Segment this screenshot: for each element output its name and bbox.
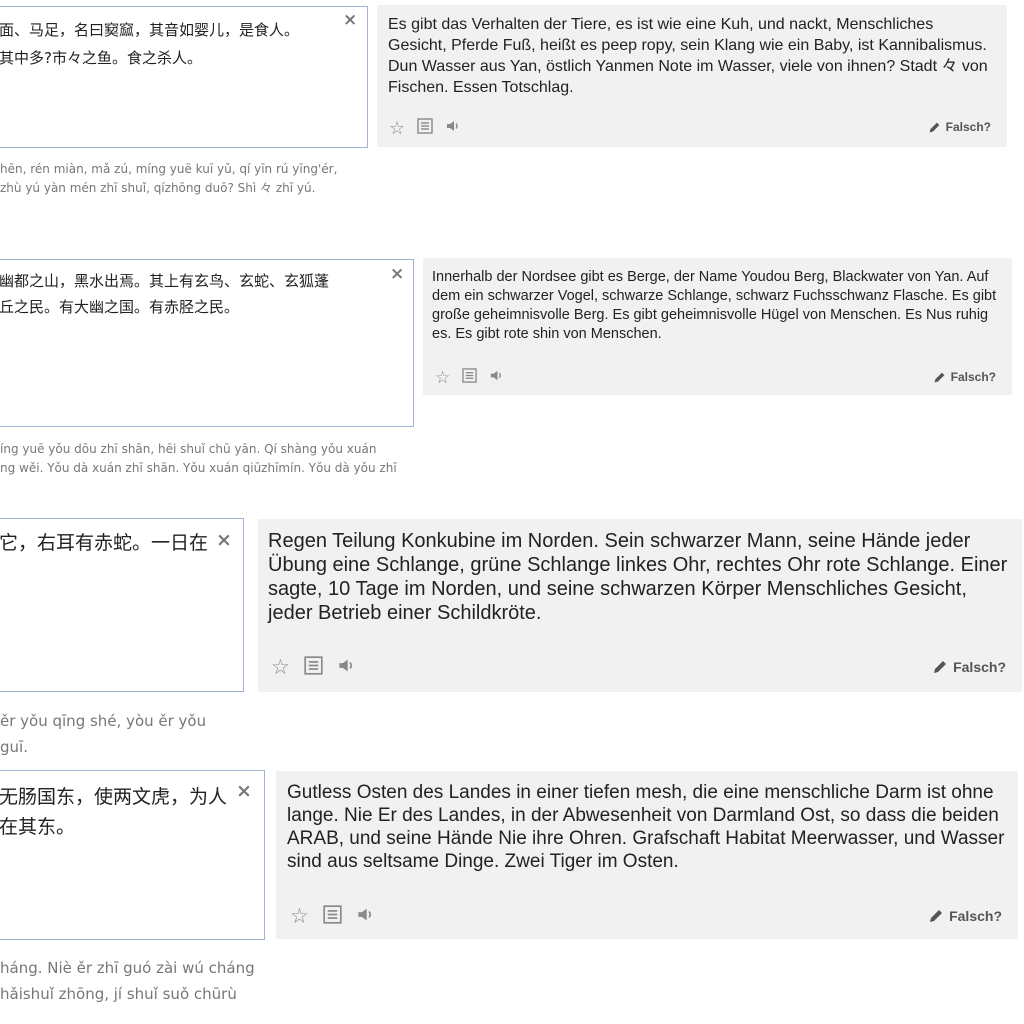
clear-source-icon-1[interactable]: × [343, 12, 357, 29]
star-icon-2[interactable]: ☆ [435, 368, 450, 388]
report-wrong-label-1: Falsch? [945, 120, 991, 134]
pencil-icon-1 [928, 121, 941, 134]
transliteration-2: íng yuē yǒu dōu zhī shān, hēi shuǐ chū y… [0, 442, 397, 476]
clear-source-icon-4[interactable]: × [236, 782, 252, 801]
list-icon-1[interactable] [417, 118, 433, 139]
transliteration-1: hēn, rén miàn, mǎ zú, míng yuē kuī yǔ, q… [0, 162, 338, 196]
translation-output-4: Gutless Osten des Landes in einer tiefen… [276, 771, 1018, 939]
speaker-icon-2[interactable] [489, 368, 504, 388]
translation-text-3: Regen Teilung Konkubine im Norden. Sein … [268, 530, 1008, 624]
translation-output-1: Es gibt das Verhalten der Tiere, es ist … [377, 5, 1007, 147]
report-wrong-label-4: Falsch? [949, 908, 1002, 924]
report-wrong-label-2: Falsch? [950, 370, 996, 384]
report-wrong-button-4[interactable]: Falsch? [928, 908, 1002, 924]
source-input-4[interactable]: 无肠国东，使两文虎，为人 在其东。 [0, 770, 265, 940]
source-input-1[interactable]: 面、马足，名曰窫窳，其音如婴儿，是食人。 其中多?市々之鱼。食之杀人。 [0, 6, 368, 148]
report-wrong-button-2[interactable]: Falsch? [933, 370, 996, 384]
translation-output-3: Regen Teilung Konkubine im Norden. Sein … [258, 519, 1022, 692]
star-icon-3[interactable]: ☆ [271, 655, 290, 680]
report-wrong-button-1[interactable]: Falsch? [928, 120, 991, 134]
clear-source-icon-2[interactable]: × [390, 266, 404, 283]
transliteration-4: háng. Niè ěr zhī guó zài wú cháng hǎishu… [0, 959, 255, 1003]
translation-text-2: Innerhalb der Nordsee gibt es Berge, der… [432, 269, 997, 342]
pencil-icon-3 [932, 659, 948, 675]
translation-output-2: Innerhalb der Nordsee gibt es Berge, der… [423, 258, 1012, 395]
pencil-icon-4 [928, 908, 944, 924]
speaker-icon-1[interactable] [445, 118, 461, 139]
star-icon-4[interactable]: ☆ [290, 904, 309, 929]
translation-text-4: Gutless Osten des Landes in einer tiefen… [287, 782, 1005, 872]
list-icon-4[interactable] [323, 905, 342, 929]
report-wrong-button-3[interactable]: Falsch? [932, 659, 1006, 675]
star-icon-1[interactable]: ☆ [389, 118, 405, 139]
speaker-icon-4[interactable] [356, 905, 375, 929]
source-input-2[interactable]: 幽都之山，黑水出焉。其上有玄鸟、玄蛇、玄狐蓬 丘之民。有大幽之国。有赤胫之民。 [0, 259, 414, 427]
report-wrong-label-3: Falsch? [953, 659, 1006, 675]
pencil-icon-2 [933, 371, 946, 384]
clear-source-icon-3[interactable]: × [216, 531, 232, 550]
transliteration-3: ěr yǒu qīng shé, yòu ěr yǒu guī. [0, 712, 207, 756]
speaker-icon-3[interactable] [337, 656, 356, 680]
source-input-3[interactable]: 它，右耳有赤蛇。一日在 [0, 518, 244, 692]
list-icon-2[interactable] [462, 368, 477, 388]
translation-text-1: Es gibt das Verhalten der Tiere, es ist … [388, 16, 988, 96]
list-icon-3[interactable] [304, 656, 323, 680]
